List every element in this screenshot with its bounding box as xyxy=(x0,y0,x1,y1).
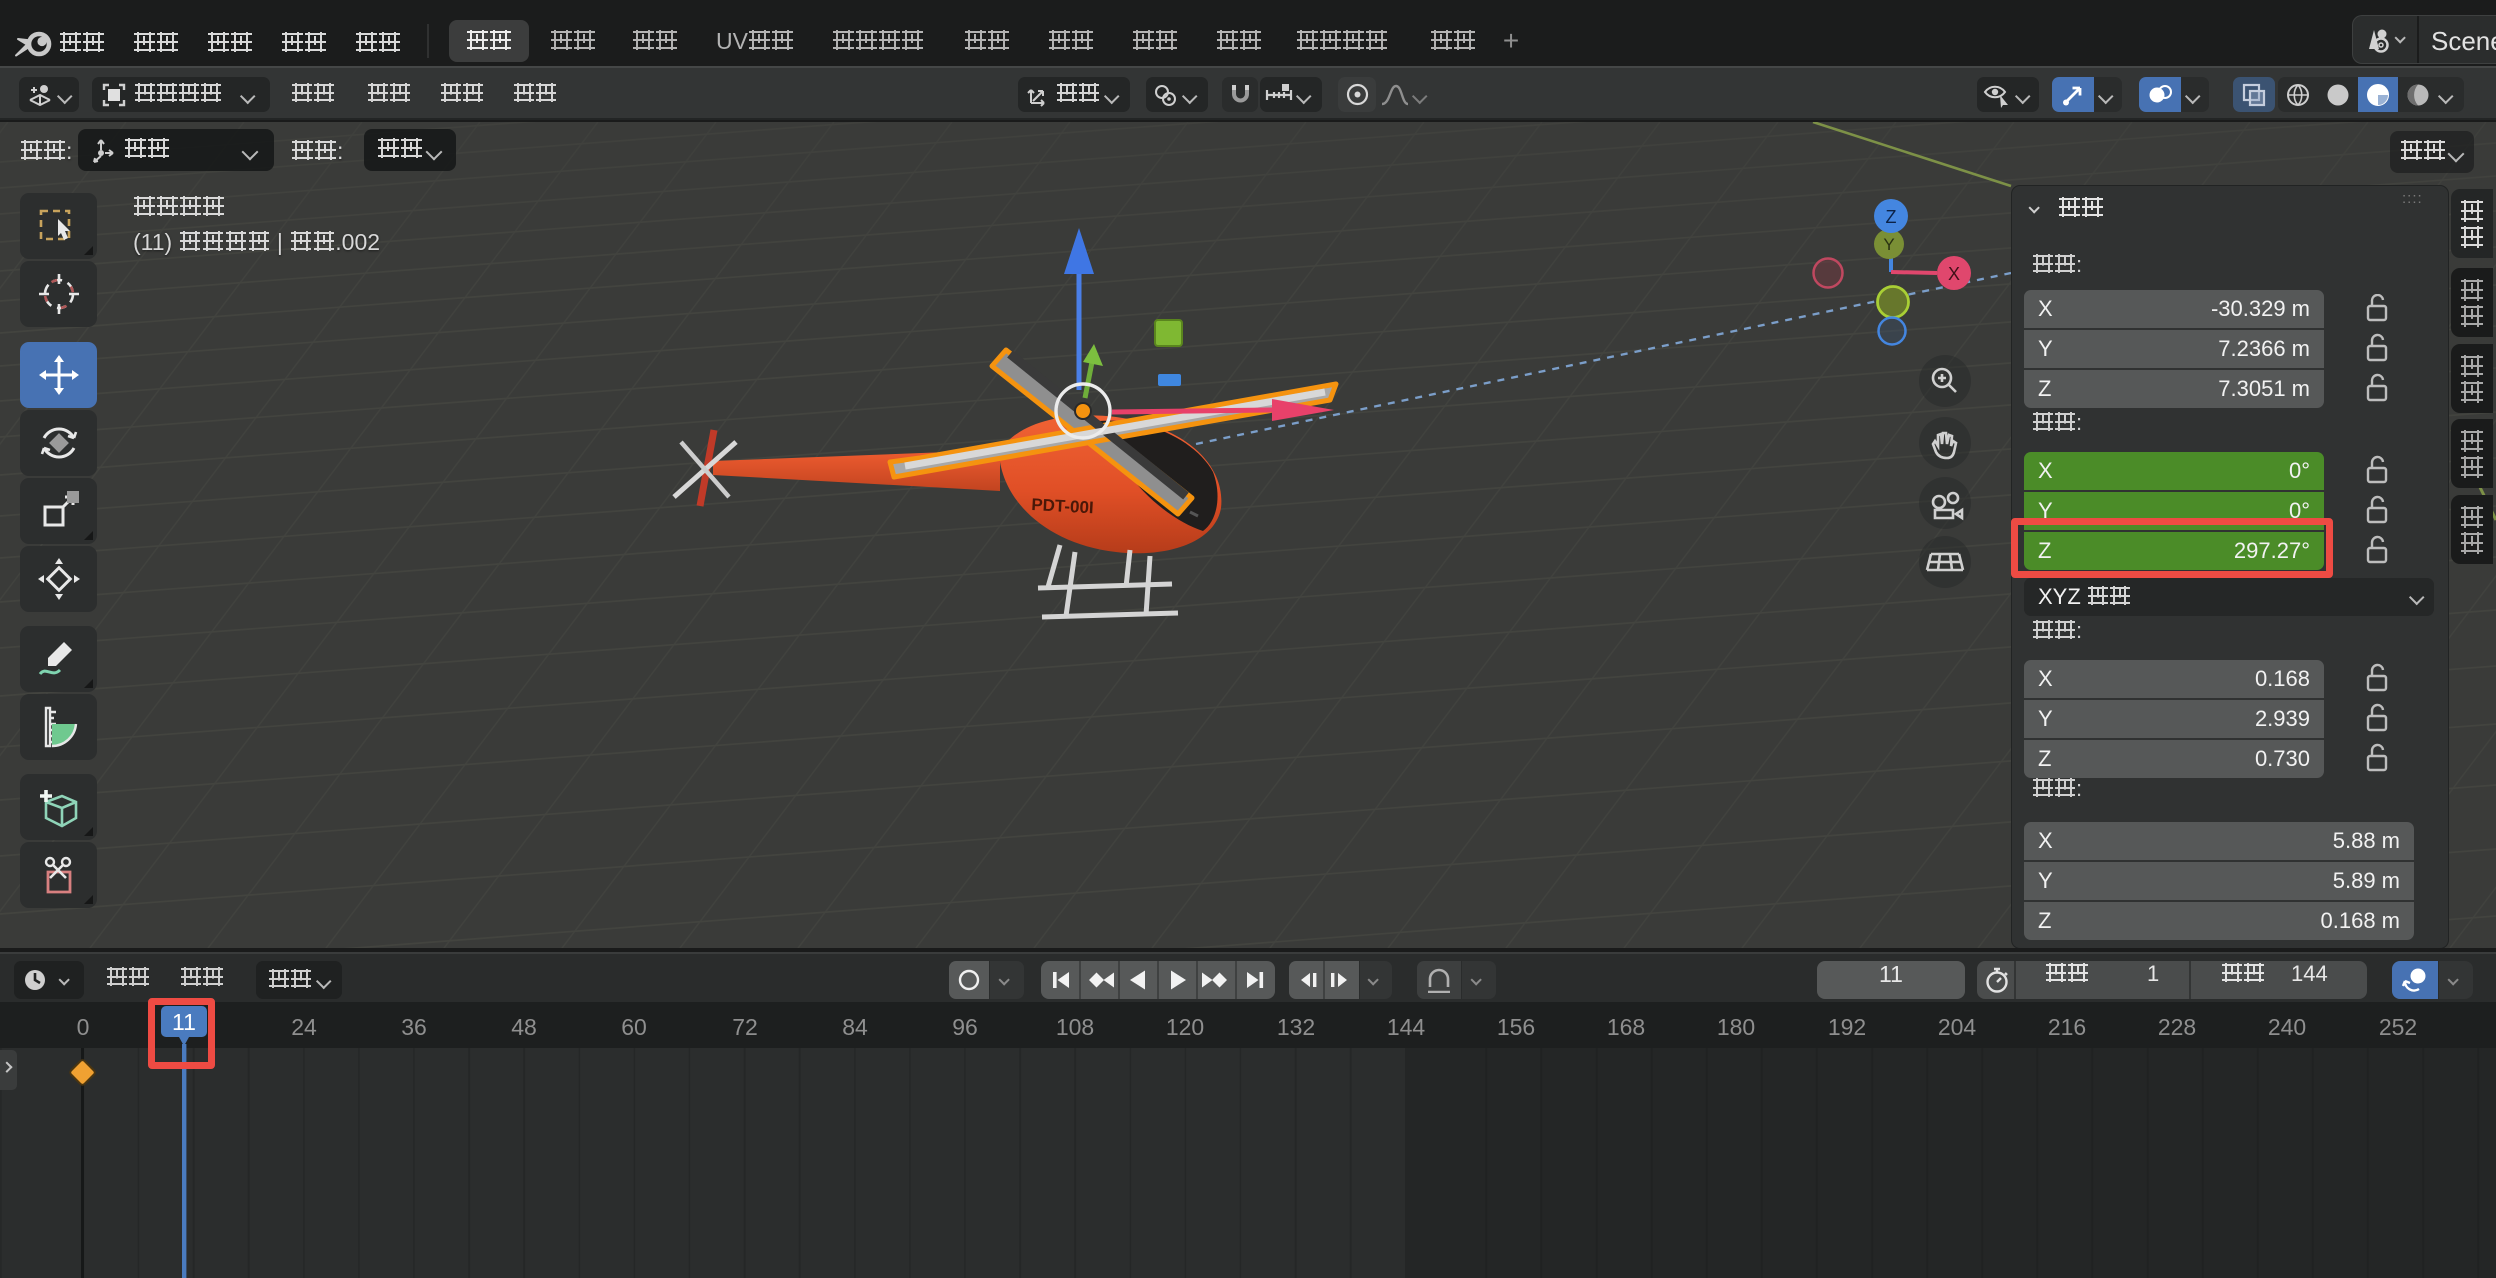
svg-text:X: X xyxy=(1948,264,1960,284)
svg-text:Z: Z xyxy=(1886,207,1897,227)
svg-text:PDT-00I: PDT-00I xyxy=(1031,495,1094,517)
svg-text:Y: Y xyxy=(1883,235,1894,254)
